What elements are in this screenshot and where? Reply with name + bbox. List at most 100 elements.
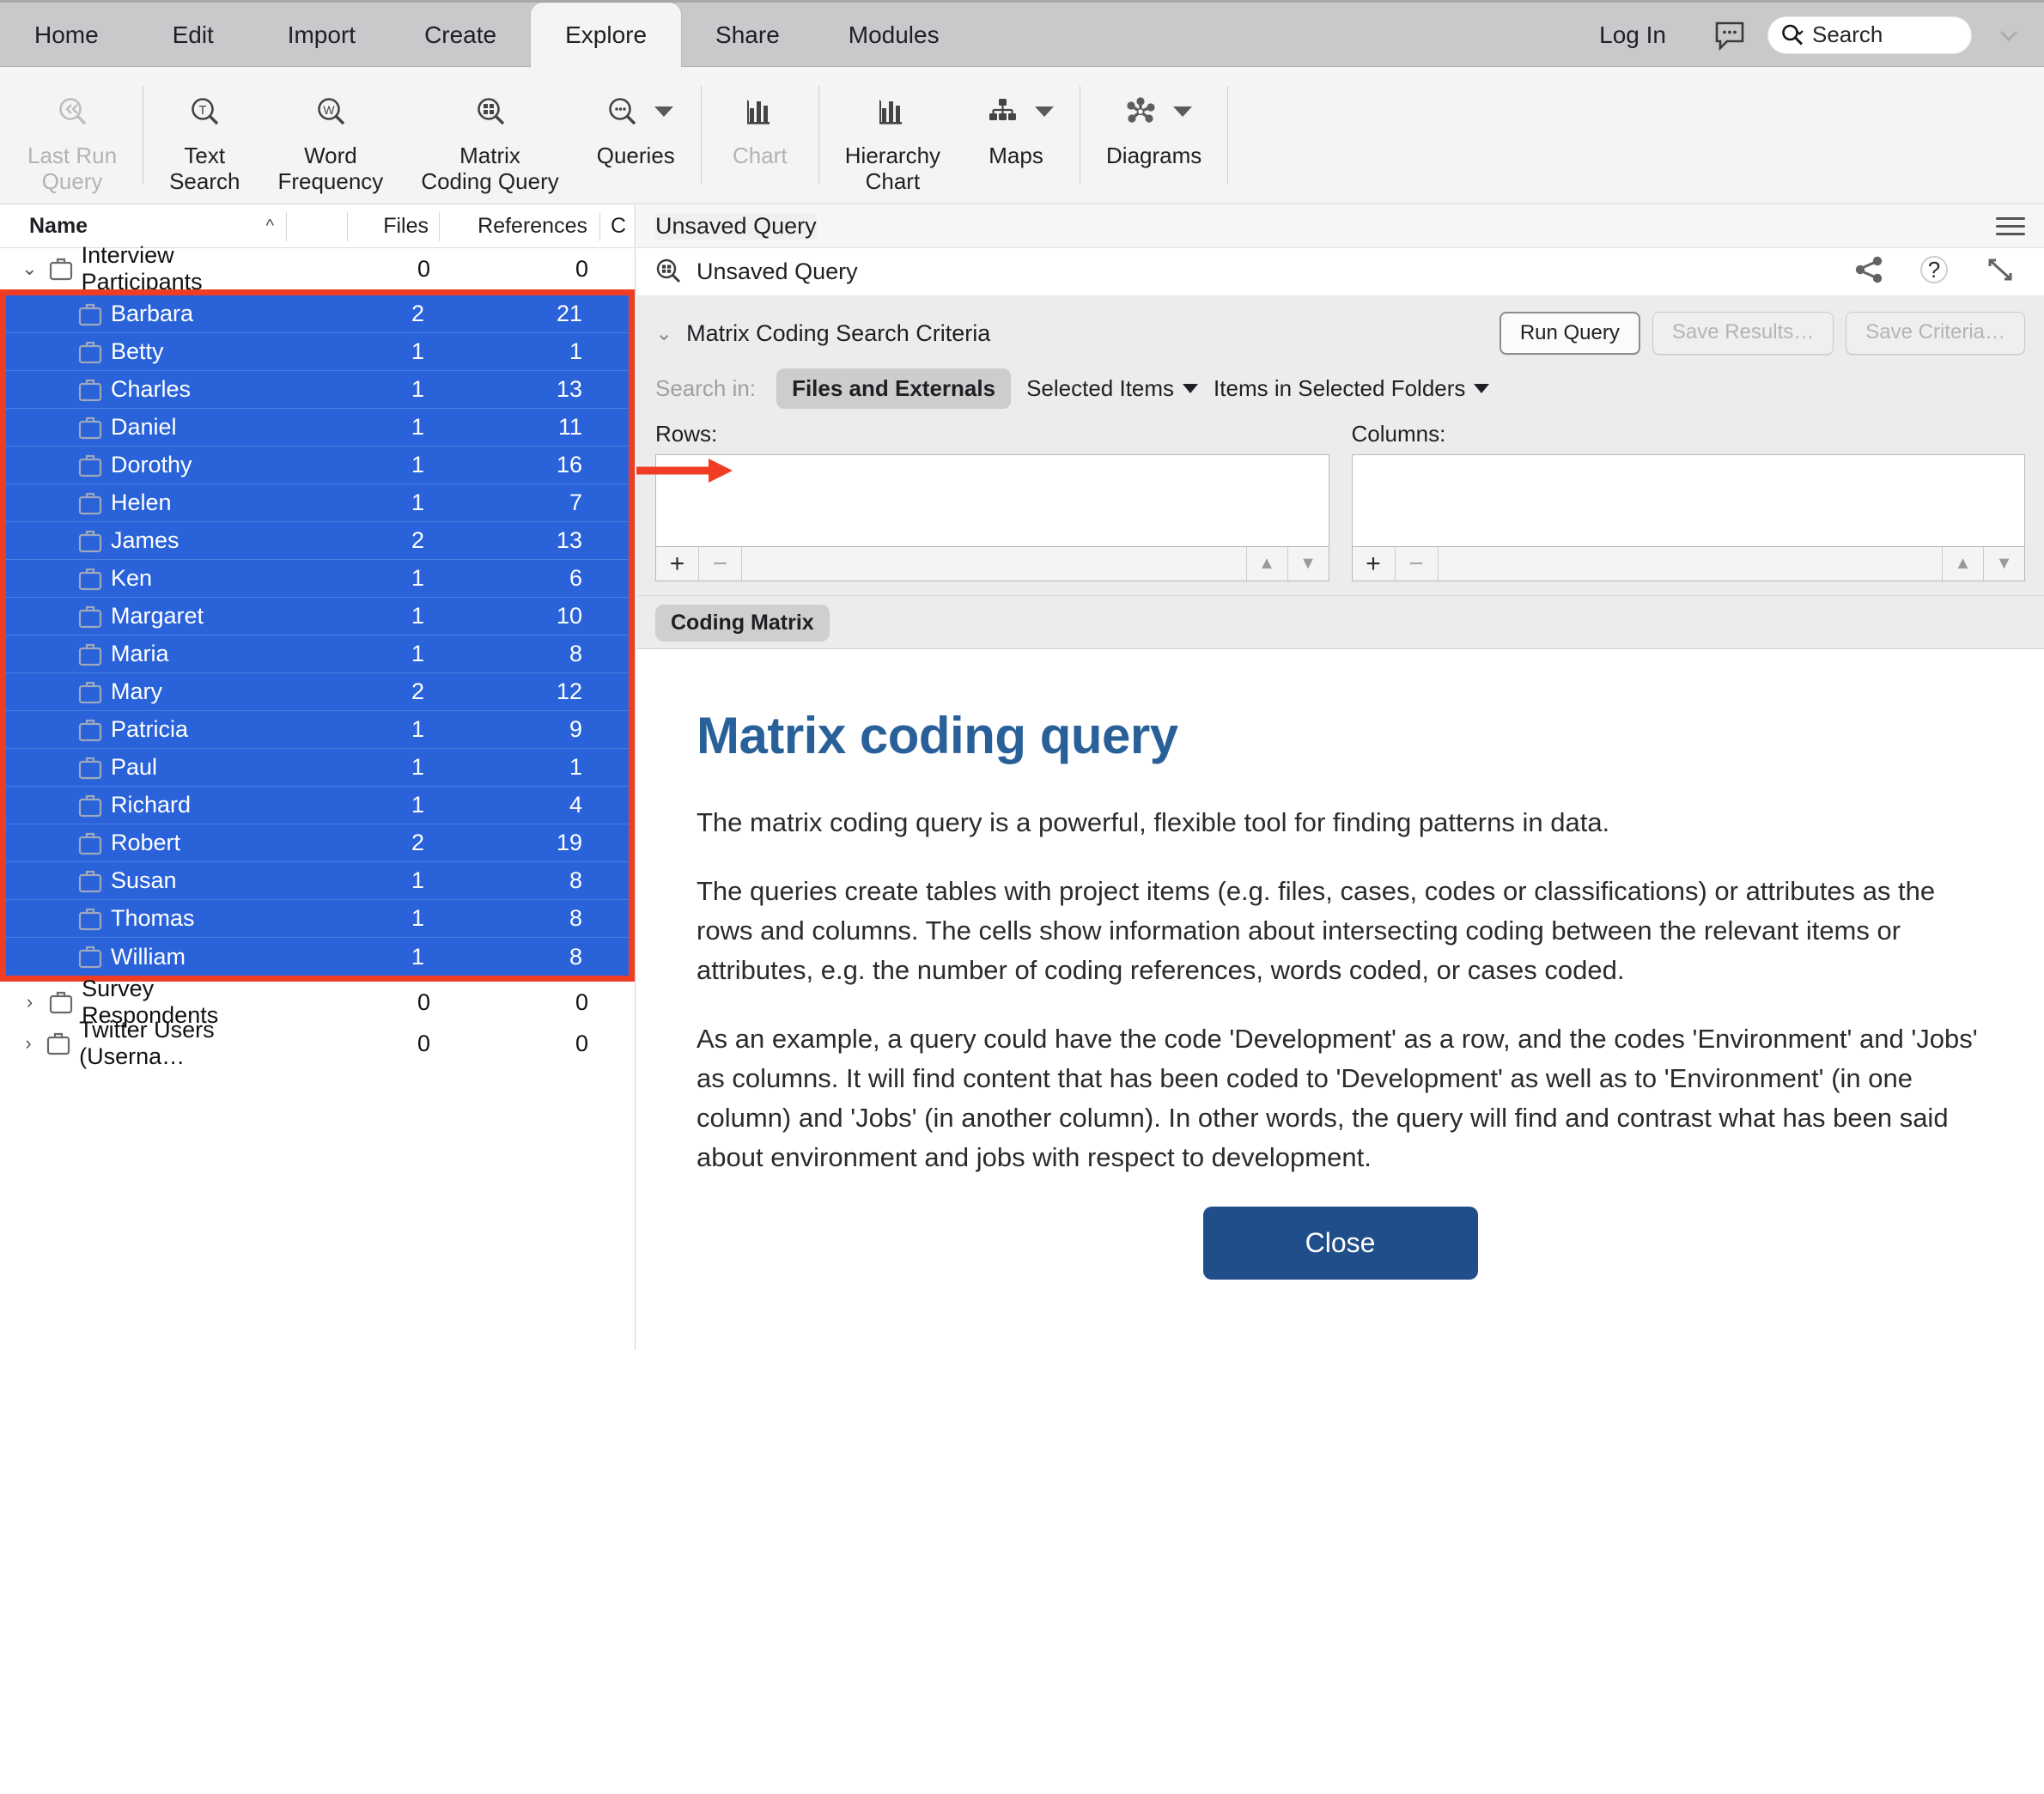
column-header-references[interactable]: References [440, 214, 599, 239]
ribbon-maps[interactable]: Maps [959, 67, 1073, 168]
case-name-cell: Betty [6, 338, 283, 365]
menu-tab-home[interactable]: Home [0, 3, 133, 67]
case-icon [78, 303, 102, 325]
expand-diagonal-icon[interactable] [1982, 252, 2018, 292]
list-item-case[interactable]: Daniel 1 11 [6, 409, 629, 447]
rows-column: Rows: + − ▲ ▼ [655, 421, 1329, 581]
case-name-label: Margaret [111, 603, 204, 629]
menu-tab-share[interactable]: Share [681, 3, 814, 67]
menu-tab-explore[interactable]: Explore [531, 3, 682, 67]
rows-listbox[interactable] [655, 454, 1329, 547]
case-icon [78, 454, 102, 477]
word-frequency-magnifier-icon: W [307, 88, 355, 136]
list-item-case[interactable]: Robert 2 19 [6, 824, 629, 862]
ribbon-label: Last Run Query [27, 143, 117, 194]
list-item-case[interactable]: Maria 1 8 [6, 636, 629, 673]
overlay-paragraph: The matrix coding query is a powerful, f… [697, 807, 1610, 837]
run-query-button[interactable]: Run Query [1499, 312, 1640, 355]
case-name-label: Susan [111, 867, 177, 893]
chat-bubble-icon[interactable] [1712, 18, 1747, 52]
query-subheader: Unsaved Query ? [636, 248, 2044, 296]
case-files-cell: 1 [411, 754, 424, 780]
menu-tab-modules[interactable]: Modules [814, 3, 974, 67]
chevron-down-icon[interactable] [1992, 19, 2025, 52]
list-item-case[interactable]: Charles 1 13 [6, 371, 629, 409]
ribbon-queries[interactable]: Queries [578, 67, 694, 168]
list-item-case[interactable]: Richard 1 4 [6, 787, 629, 824]
ribbon-diagrams[interactable]: Diagrams [1087, 67, 1220, 168]
list-item-case[interactable]: Patricia 1 9 [6, 711, 629, 749]
ribbon-hierarchy-chart[interactable]: Hierarchy Chart [826, 67, 959, 194]
group-files-cell: 0 [417, 1030, 430, 1056]
case-files-cell: 2 [411, 301, 424, 326]
close-button[interactable]: Close [1202, 1207, 1478, 1280]
list-item-case[interactable]: Barbara 2 21 [6, 295, 629, 333]
case-name-label: Richard [111, 792, 192, 818]
list-group-row[interactable]: › Twitter Users (Userna… 0 0 [0, 1017, 635, 1069]
case-name-cell: James [6, 527, 283, 554]
list-item-case[interactable]: Ken 1 6 [6, 560, 629, 598]
chevron-down-icon[interactable]: ⌄ [655, 321, 672, 346]
plus-icon[interactable]: + [1353, 547, 1396, 581]
chevron-down-icon[interactable] [1035, 106, 1055, 117]
group-references-cell: 0 [575, 988, 588, 1015]
plus-icon[interactable]: + [656, 547, 699, 581]
list-item-case[interactable]: Thomas 1 8 [6, 900, 629, 938]
list-item-case[interactable]: Betty 1 1 [6, 333, 629, 371]
column-header-files[interactable]: Files [348, 214, 439, 239]
tab-coding-matrix[interactable]: Coding Matrix [655, 605, 830, 642]
case-name-cell: Helen [6, 490, 283, 516]
scope-selected-items[interactable]: Selected Items [1026, 375, 1199, 402]
chevron-right-icon[interactable]: › [19, 991, 40, 1013]
chevron-down-icon[interactable]: ⌄ [19, 258, 40, 280]
menu-right-cluster: Log In Search [1599, 3, 2044, 67]
log-in-button[interactable]: Log In [1599, 21, 1692, 49]
help-question-icon[interactable]: ? [1915, 251, 1953, 293]
case-icon [78, 492, 102, 514]
share-icon[interactable] [1852, 252, 1886, 291]
columns-toolbar-spacer [1439, 547, 1943, 581]
column-header-name[interactable]: Name ^ [0, 214, 286, 239]
list-item-case[interactable]: Dorothy 1 16 [6, 447, 629, 484]
svg-text:?: ? [1928, 257, 1940, 283]
scope-items-in-selected-folders[interactable]: Items in Selected Folders [1214, 375, 1490, 402]
list-item-case[interactable]: Susan 1 8 [6, 862, 629, 900]
case-files-cell: 1 [411, 792, 424, 818]
ribbon-word-frequency[interactable]: W Word Frequency [259, 67, 402, 194]
chevron-down-icon[interactable] [1172, 106, 1192, 117]
list-item-case[interactable]: Paul 1 1 [6, 749, 629, 787]
column-header-truncated[interactable]: C [600, 214, 635, 239]
case-files-cell: 1 [411, 641, 424, 666]
list-item-case[interactable]: Helen 1 7 [6, 484, 629, 522]
explore-ribbon: Last Run Query T Text Search W Word Frequency Ma… [0, 67, 2044, 204]
list-group-row[interactable]: ⌄ Interview Participants 0 0 [0, 242, 635, 295]
ribbon-label: Matrix Coding Query [421, 143, 558, 194]
ribbon-text-search[interactable]: T Text Search [150, 67, 259, 194]
case-name-cell: Dorothy [6, 452, 283, 478]
menu-tab-create[interactable]: Create [390, 3, 531, 67]
menu-tab-import[interactable]: Import [253, 3, 390, 67]
list-item-case[interactable]: William 1 8 [6, 938, 629, 976]
chevron-down-icon[interactable] [654, 106, 674, 117]
list-item-case[interactable]: Margaret 1 10 [6, 598, 629, 636]
overlay-paragraph: As an example, a query could have the co… [697, 1024, 1978, 1172]
list-item-case[interactable]: Mary 2 12 [6, 673, 629, 711]
scope-files-and-externals[interactable]: Files and Externals [776, 368, 1012, 409]
case-files-cell: 1 [411, 867, 424, 893]
ribbon-label-line: Chart [865, 168, 921, 194]
menu-hamburger-icon[interactable] [1996, 212, 2025, 240]
case-name-cell: Ken [6, 565, 283, 592]
case-files-cell: 2 [411, 830, 424, 855]
ribbon-matrix-coding-query[interactable]: Matrix Coding Query [402, 67, 577, 194]
menu-tab-edit[interactable]: Edit [133, 3, 253, 67]
case-icon [78, 870, 102, 892]
columns-listbox[interactable] [1351, 454, 2025, 547]
search-input[interactable]: Search [1767, 15, 1972, 54]
chevron-right-icon[interactable]: › [19, 1032, 38, 1055]
scope-items-in-selected-folders-label: Items in Selected Folders [1214, 375, 1466, 401]
ribbon-chart: Chart [709, 67, 812, 168]
matrix-coding-magnifier-icon [466, 88, 514, 136]
ribbon-label-line: Queries [596, 143, 675, 168]
list-item-case[interactable]: James 2 13 [6, 522, 629, 560]
result-tabstrip: Coding Matrix [636, 596, 2044, 649]
